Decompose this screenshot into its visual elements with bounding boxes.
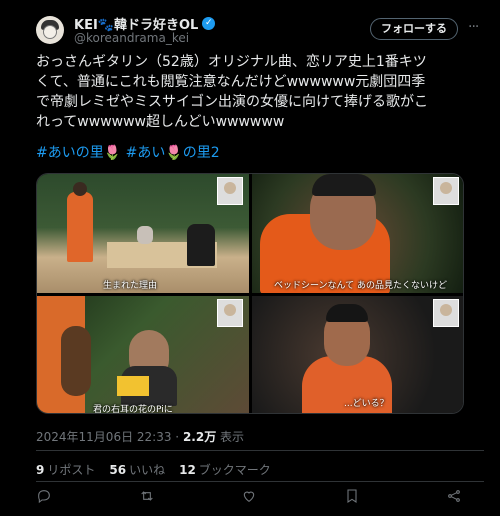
hair [312, 174, 376, 196]
divider [36, 481, 484, 482]
bookmarks-count: 12 [179, 463, 196, 477]
likes-count: 56 [109, 463, 127, 477]
avatar-face [43, 25, 57, 39]
media-image-4[interactable]: ...どいる？ [252, 296, 463, 413]
handle[interactable]: @koreandrama_kei [74, 31, 189, 45]
divider [36, 450, 484, 451]
media-image-1[interactable]: 生まれた理由 [37, 174, 249, 293]
retweets-count: 9 [36, 463, 45, 477]
post-date[interactable]: 2024年11月06日 22:33 [36, 430, 171, 444]
caption: 君の右耳の花のPiに [93, 405, 173, 414]
retweets-stat[interactable]: 9 リポスト [36, 461, 95, 478]
bookmark-icon[interactable] [344, 488, 364, 508]
tweet-text: おっさんギタリン（52歳）オリジナル曲、恋リア史上1番キツ くて、普通にこれも閲… [36, 54, 428, 130]
verified-badge-icon: ✓ [202, 17, 216, 30]
engagement-stats: 9 リポスト 56 いいね 12 ブックマーク [36, 461, 271, 478]
person-orange-jacket [67, 192, 93, 262]
more-icon[interactable]: ··· [468, 20, 482, 36]
timestamp[interactable]: 2024年11月06日 22:33 · 2.2万 表示 [36, 428, 244, 445]
avatar[interactable] [36, 16, 64, 44]
caption: ...どいる？ [344, 399, 389, 409]
host-inset [433, 299, 459, 327]
caption: ベッドシーンなんて あの品見たくないけど [274, 281, 447, 291]
host-inset [433, 177, 459, 205]
caption: 生まれた理由 [103, 281, 158, 291]
yellow-card [117, 376, 149, 396]
host-inset [217, 177, 243, 205]
hair [326, 304, 368, 322]
host-inset [217, 299, 243, 327]
media-grid[interactable]: 生まれた理由 ベッドシーンなんて あの品見たくないけど 君の右耳の花のPiに .… [36, 173, 464, 414]
retweet-icon[interactable] [139, 488, 159, 508]
reply-icon[interactable] [36, 488, 56, 508]
share-icon[interactable] [446, 488, 466, 508]
bookmarks-label: ブックマーク [198, 463, 271, 477]
views-count: 2.2万 [182, 430, 217, 444]
views-label: 表示 [220, 430, 245, 444]
guitar [61, 326, 91, 396]
media-image-2[interactable]: ベッドシーンなんて あの品見たくないけど [252, 174, 463, 293]
retweets-label: リポスト [47, 463, 96, 477]
person-seated [187, 224, 215, 266]
likes-label: いいね [129, 463, 166, 477]
likes-stat[interactable]: 56 いいね [109, 461, 165, 478]
hashtags[interactable]: #あいの里🌷 #あい🌷の里2 [36, 144, 220, 162]
follow-button[interactable]: フォローする [370, 18, 458, 40]
like-icon[interactable] [241, 488, 261, 508]
action-bar [36, 488, 466, 508]
bookmarks-stat[interactable]: 12 ブックマーク [179, 461, 271, 478]
person-head [73, 182, 87, 196]
media-image-3[interactable]: 君の右耳の花のPiに [37, 296, 249, 414]
person-seated-2 [137, 226, 153, 244]
